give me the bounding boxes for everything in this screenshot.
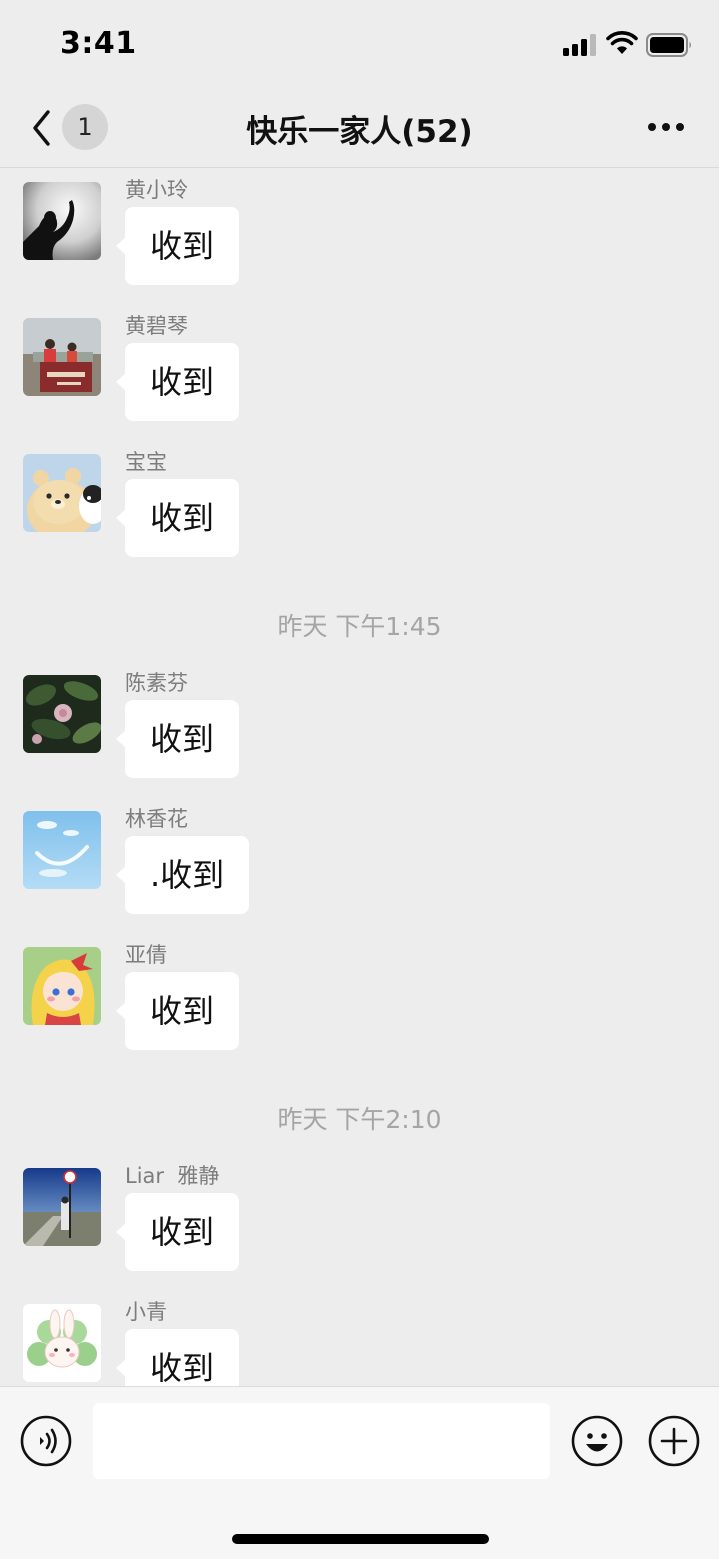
sender-name: 小青 — [125, 1300, 167, 1324]
message-item: 亚倩 收到 — [0, 934, 719, 1050]
anime-girl-avatar — [23, 947, 101, 1025]
sender-name: 林香花 — [125, 807, 188, 831]
children-photo-avatar — [23, 318, 101, 396]
wifi-icon — [606, 30, 638, 56]
cellular-signal-icon — [563, 34, 599, 56]
avatar[interactable] — [23, 318, 101, 396]
status-time: 3:41 — [60, 26, 137, 61]
avatar[interactable] — [23, 1168, 101, 1246]
avatar[interactable] — [23, 1304, 101, 1382]
message-bubble[interactable]: 收到 — [115, 1329, 240, 1386]
home-indicator — [232, 1534, 489, 1544]
more-actions-button[interactable] — [648, 1415, 700, 1467]
status-bar: 3:41 — [0, 0, 719, 90]
message-input[interactable] — [93, 1403, 550, 1479]
sender-name: 黄小玲 — [125, 178, 188, 202]
emoji-button[interactable] — [571, 1415, 623, 1467]
road-photo-avatar — [23, 1168, 101, 1246]
message-bubble[interactable]: 收到 — [115, 700, 240, 778]
emoji-icon — [571, 1415, 623, 1467]
message-bubble[interactable]: 收到 — [115, 343, 240, 421]
chat-header: 1 快乐一家人(52) — [0, 90, 719, 168]
message-bubble[interactable]: 收到 — [115, 207, 240, 285]
avatar[interactable] — [23, 182, 101, 260]
message-bubble[interactable]: .收到 — [115, 836, 250, 914]
sender-name: 宝宝 — [125, 450, 167, 474]
message-item: 黄碧琴 收到 — [0, 305, 719, 421]
message-bubble[interactable]: 收到 — [115, 972, 240, 1050]
voice-button[interactable] — [20, 1415, 72, 1467]
plus-icon — [648, 1415, 700, 1467]
avatar[interactable] — [23, 811, 101, 889]
avatar[interactable] — [23, 454, 101, 532]
input-toolbar — [0, 1386, 719, 1559]
sky-smile-avatar — [23, 811, 101, 889]
message-item: 小青 收到 — [0, 1291, 719, 1386]
sender-name: 黄碧琴 — [125, 314, 188, 338]
avatar[interactable] — [23, 947, 101, 1025]
battery-icon — [646, 33, 693, 57]
sender-name: 亚倩 — [125, 943, 167, 967]
more-dots-icon — [648, 123, 656, 131]
flower-photo-avatar — [23, 675, 101, 753]
sender-name: Liar 雅静 — [125, 1164, 220, 1188]
silhouette-avatar — [23, 182, 101, 260]
time-separator: 昨天 下午1:45 — [277, 612, 442, 641]
message-bubble[interactable]: 收到 — [115, 479, 240, 557]
cartoon-bear-avatar — [23, 454, 101, 532]
time-separator: 昨天 下午2:10 — [277, 1105, 442, 1134]
chevron-left-icon — [33, 110, 50, 146]
sender-name: 陈素芬 — [125, 671, 188, 695]
avatar[interactable] — [23, 675, 101, 753]
message-bubble[interactable]: 收到 — [115, 1193, 240, 1271]
unread-count-badge[interactable]: 1 — [62, 104, 108, 150]
message-item: 陈素芬 收到 — [0, 662, 719, 778]
message-item: 宝宝 收到 — [0, 441, 719, 557]
message-item: Liar 雅静 收到 — [0, 1155, 719, 1271]
voice-icon — [20, 1415, 72, 1467]
message-item: 黄小玲 收到 — [0, 169, 719, 285]
more-button[interactable] — [640, 114, 692, 140]
message-item: 林香花 .收到 — [0, 798, 719, 914]
bunny-clover-avatar — [23, 1304, 101, 1382]
message-list[interactable]: 黄小玲 收到 黄碧琴 收到 宝宝 收到 昨天 下午1:45 陈素芬 收到 林香花… — [0, 169, 719, 1386]
back-button[interactable] — [22, 104, 62, 152]
